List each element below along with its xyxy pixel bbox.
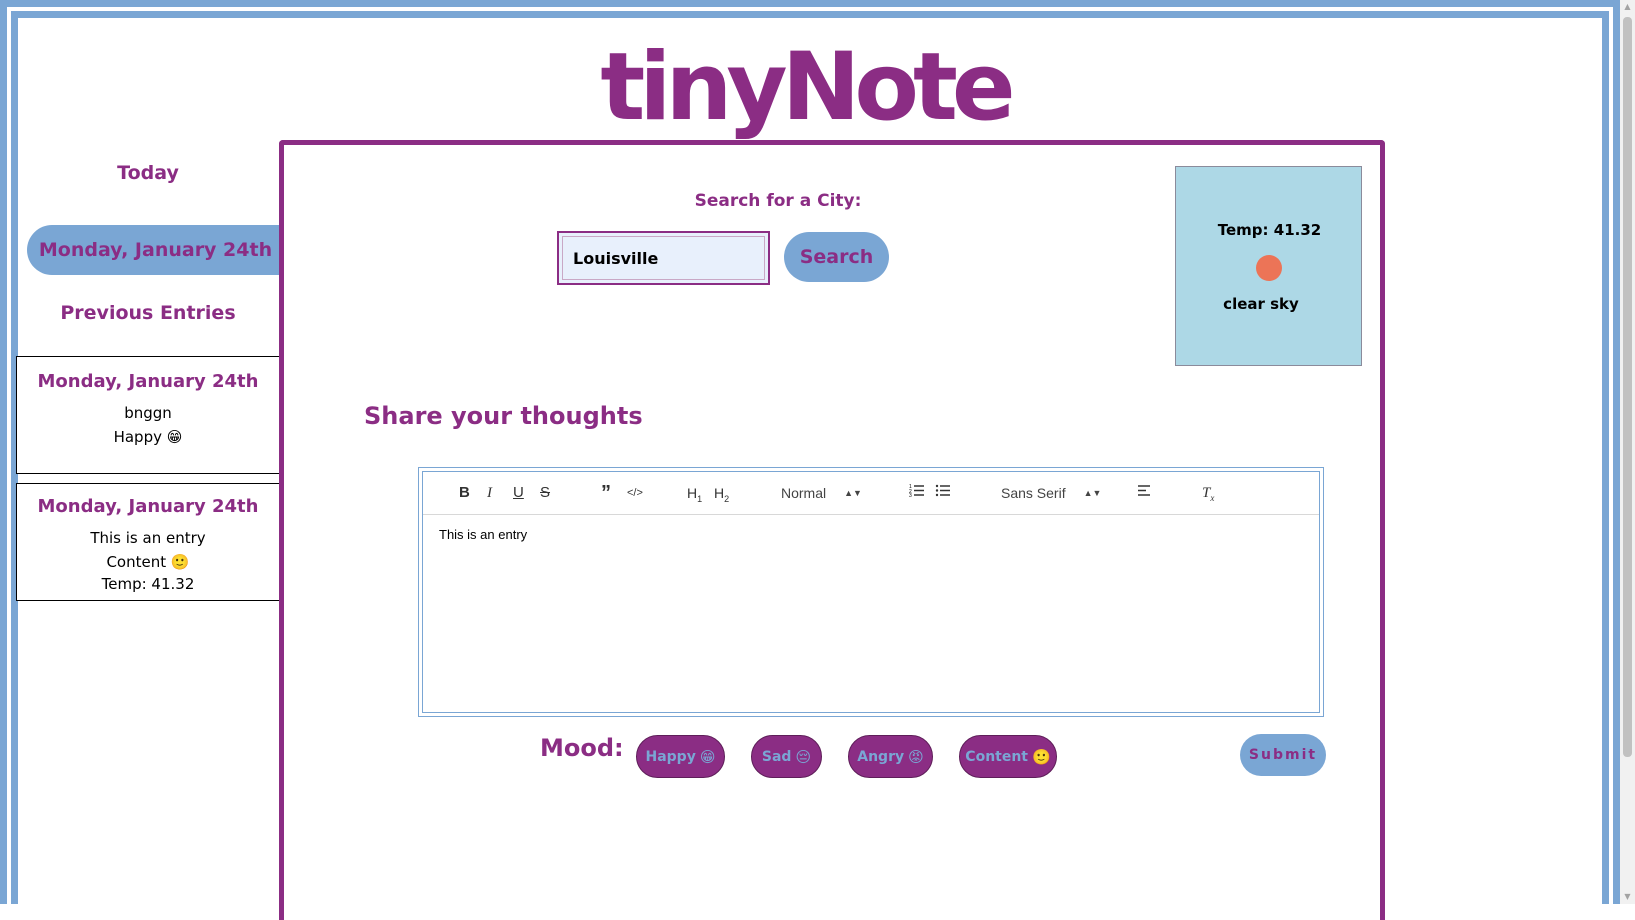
italic-icon[interactable]: I (487, 483, 492, 503)
weather-description: clear sky (1223, 295, 1299, 313)
page-scrollbar[interactable]: ▲ ▼ (1620, 0, 1635, 904)
mood-content-label: Content (965, 748, 1029, 765)
today-heading: Today (117, 162, 179, 184)
pensive-face-icon: 😔 (795, 747, 812, 766)
entry-mood: Happy 😁 (17, 428, 279, 446)
rich-text-editor: B I U S ” </> H1 H2 Normal ▲▼ 123 Sans Se (418, 467, 1324, 717)
city-search-input[interactable] (557, 231, 770, 285)
mood-content-button[interactable]: Content 🙂 (959, 735, 1057, 778)
mood-sad-button[interactable]: Sad 😔 (751, 735, 822, 778)
align-icon[interactable] (1137, 483, 1153, 503)
main-panel: Search for a City: Search Temp: 41.32 cl… (279, 140, 1385, 920)
scroll-thumb[interactable] (1623, 17, 1632, 757)
editor-frame: B I U S ” </> H1 H2 Normal ▲▼ 123 Sans Se (422, 471, 1320, 713)
grinning-face-icon: 😁 (166, 428, 183, 446)
entry-card[interactable]: Monday, January 24th bnggn Happy 😁 (16, 356, 280, 474)
entry-mood-label: Happy (113, 428, 162, 446)
slightly-smiling-face-icon: 🙂 (1032, 747, 1051, 766)
ordered-list-icon[interactable]: 123 (909, 483, 925, 503)
code-block-icon[interactable]: </> (627, 483, 643, 503)
today-date-button[interactable]: Monday, January 24th (27, 225, 280, 275)
entry-date: Monday, January 24th (37, 496, 259, 517)
entry-temp: Temp: 41.32 (101, 575, 195, 593)
font-family-value: Sans Serif (1001, 485, 1066, 501)
angry-face-icon: 😡 (908, 747, 924, 766)
sun-dot-icon (1256, 255, 1282, 281)
entry-mood-label: Content (106, 553, 167, 571)
entry-date: Monday, January 24th (37, 371, 259, 392)
entry-card[interactable]: Monday, January 24th This is an entry Co… (16, 483, 280, 601)
mood-label: Mood: (540, 734, 624, 762)
mood-angry-label: Angry (857, 748, 905, 765)
select-arrows-icon: ▲▼ (1083, 488, 1102, 498)
h2-icon[interactable]: H2 (714, 483, 729, 504)
clear-format-icon[interactable]: Tx (1202, 483, 1214, 503)
app-logo: tinyNote (600, 33, 1015, 142)
mood-happy-label: Happy (645, 748, 696, 765)
strikethrough-icon[interactable]: S (540, 483, 550, 503)
submit-button[interactable]: Submit (1240, 734, 1326, 776)
mood-sad-label: Sad (761, 748, 792, 765)
previous-entries-heading: Previous Entries (60, 302, 236, 324)
header-size-select[interactable]: Normal ▲▼ (781, 483, 862, 503)
share-thoughts-heading: Share your thoughts (364, 402, 643, 430)
underline-icon[interactable]: U (513, 483, 524, 503)
font-family-select[interactable]: Sans Serif ▲▼ (1001, 483, 1101, 503)
header-size-value: Normal (781, 485, 827, 501)
today-date-label: Monday, January 24th (38, 239, 273, 261)
bold-icon[interactable]: B (459, 483, 470, 503)
mood-happy-button[interactable]: Happy 😁 (636, 735, 725, 778)
select-arrows-icon: ▲▼ (844, 488, 862, 498)
weather-widget: Temp: 41.32 clear sky (1175, 166, 1362, 366)
search-button[interactable]: Search (784, 232, 889, 282)
scroll-down-icon[interactable]: ▼ (1620, 890, 1635, 904)
svg-text:3: 3 (909, 493, 912, 497)
entry-text: bnggn (124, 404, 172, 422)
editor-content[interactable]: This is an entry (439, 527, 527, 542)
blockquote-icon[interactable]: ” (601, 483, 611, 503)
entry-text: This is an entry (90, 529, 206, 547)
grinning-face-icon: 😁 (699, 747, 716, 766)
search-label: Search for a City: (694, 191, 862, 211)
scroll-up-icon[interactable]: ▲ (1620, 0, 1635, 14)
h1-icon[interactable]: H1 (687, 483, 702, 504)
slightly-smiling-face-icon: 🙂 (170, 553, 190, 571)
mood-angry-button[interactable]: Angry 😡 (848, 735, 933, 778)
bullet-list-icon[interactable] (935, 483, 951, 503)
editor-toolbar: B I U S ” </> H1 H2 Normal ▲▼ 123 Sans Se (423, 472, 1319, 515)
entry-mood: Content 🙂 (17, 553, 279, 571)
weather-temp: Temp: 41.32 (1217, 221, 1322, 239)
